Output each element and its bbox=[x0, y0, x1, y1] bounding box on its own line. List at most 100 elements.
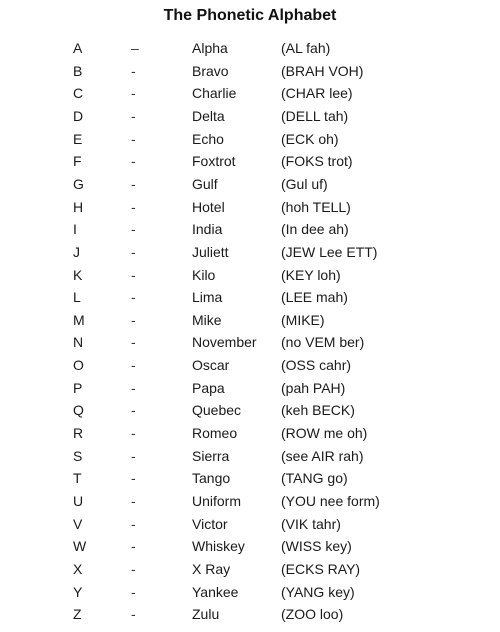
letter-cell: Y bbox=[73, 583, 83, 600]
table-row: C - Charlie (CHAR lee) bbox=[0, 82, 500, 104]
pronunciation-cell: (LEE mah) bbox=[281, 289, 348, 306]
table-row: F - Foxtrot (FOKS trot) bbox=[0, 150, 500, 172]
separator-cell: - bbox=[131, 107, 136, 124]
pronunciation-cell: (YANG key) bbox=[281, 583, 355, 600]
separator-cell: - bbox=[131, 447, 136, 464]
pronunciation-cell: (AL fah) bbox=[281, 40, 331, 56]
letter-cell: W bbox=[73, 538, 87, 555]
separator-cell: - bbox=[131, 402, 136, 419]
separator-cell: - bbox=[131, 606, 136, 623]
letter-cell: J bbox=[73, 243, 80, 260]
table-row: K - Kilo (KEY loh) bbox=[0, 264, 500, 286]
pronunciation-cell: (YOU nee form) bbox=[281, 493, 380, 509]
table-row: J - Juliett (JEW Lee ETT) bbox=[0, 241, 500, 263]
pronunciation-cell: (KEY loh) bbox=[281, 266, 341, 283]
separator-cell: - bbox=[131, 538, 136, 555]
letter-cell: A bbox=[73, 40, 83, 56]
table-row: G - Gulf (Gul uf) bbox=[0, 173, 500, 195]
table-row: I - India (In dee ah) bbox=[0, 218, 500, 240]
table-row: Z - Zulu (ZOO loo) bbox=[0, 603, 500, 625]
table-row: M - Mike (MIKE) bbox=[0, 309, 500, 331]
table-row: W - Whiskey (WISS key) bbox=[0, 535, 500, 557]
pronunciation-cell: (hoh TELL) bbox=[281, 198, 351, 215]
pronunciation-cell: (CHAR lee) bbox=[281, 85, 353, 102]
table-row: Y - Yankee (YANG key) bbox=[0, 581, 500, 603]
code-word-cell: Oscar bbox=[192, 357, 230, 374]
separator-cell: – bbox=[131, 40, 139, 56]
code-word-cell: November bbox=[192, 334, 257, 351]
separator-cell: - bbox=[131, 130, 136, 147]
pronunciation-cell: (FOKS trot) bbox=[281, 153, 353, 170]
separator-cell: - bbox=[131, 357, 136, 374]
separator-cell: - bbox=[131, 493, 136, 509]
code-word-cell: Kilo bbox=[192, 266, 216, 283]
letter-cell: I bbox=[73, 221, 77, 238]
pronunciation-cell: (JEW Lee ETT) bbox=[281, 243, 378, 260]
separator-cell: - bbox=[131, 583, 136, 600]
code-word-cell: Zulu bbox=[192, 606, 220, 623]
letter-cell: F bbox=[73, 153, 82, 170]
code-word-cell: Tango bbox=[192, 470, 231, 487]
code-word-cell: Lima bbox=[192, 289, 223, 306]
code-word-cell: Quebec bbox=[192, 402, 242, 419]
pronunciation-cell: (see AIR rah) bbox=[281, 447, 364, 464]
table-row: D - Delta (DELL tah) bbox=[0, 105, 500, 127]
code-word-cell: Romeo bbox=[192, 425, 238, 442]
letter-cell: E bbox=[73, 130, 83, 147]
letter-cell: K bbox=[73, 266, 83, 283]
letter-cell: B bbox=[73, 62, 83, 79]
pronunciation-cell: (DELL tah) bbox=[281, 107, 349, 124]
letter-cell: N bbox=[73, 334, 84, 351]
letter-cell: M bbox=[73, 311, 85, 328]
table-row: H - Hotel (hoh TELL) bbox=[0, 196, 500, 218]
table-row: L - Lima (LEE mah) bbox=[0, 286, 500, 308]
separator-cell: - bbox=[131, 221, 136, 238]
table-row: N - November (no VEM ber) bbox=[0, 331, 500, 353]
table-row: T - Tango (TANG go) bbox=[0, 467, 500, 489]
letter-cell: U bbox=[73, 493, 84, 509]
pronunciation-cell: (In dee ah) bbox=[281, 221, 349, 238]
letter-cell: Z bbox=[73, 606, 82, 623]
code-word-cell: Sierra bbox=[192, 447, 230, 464]
separator-cell: - bbox=[131, 311, 136, 328]
letter-cell: H bbox=[73, 198, 84, 215]
code-word-cell: Delta bbox=[192, 107, 225, 124]
pronunciation-cell: (Gul uf) bbox=[281, 175, 328, 192]
letter-cell: L bbox=[73, 289, 81, 306]
letter-cell: C bbox=[73, 85, 84, 102]
table-row: U - Uniform (YOU nee form) bbox=[0, 490, 500, 512]
table-row: B - Bravo (BRAH VOH) bbox=[0, 60, 500, 82]
code-word-cell: Victor bbox=[192, 515, 228, 532]
separator-cell: - bbox=[131, 379, 136, 396]
code-word-cell: X Ray bbox=[192, 560, 231, 577]
separator-cell: - bbox=[131, 560, 136, 577]
separator-cell: - bbox=[131, 425, 136, 442]
separator-cell: - bbox=[131, 515, 136, 532]
code-word-cell: Mike bbox=[192, 311, 222, 328]
table-row: Q - Quebec (keh BECK) bbox=[0, 399, 500, 421]
separator-cell: - bbox=[131, 289, 136, 306]
table-row: E - Echo (ECK oh) bbox=[0, 128, 500, 150]
separator-cell: - bbox=[131, 62, 136, 79]
letter-cell: T bbox=[73, 470, 82, 487]
code-word-cell: Echo bbox=[192, 130, 224, 147]
code-word-cell: Uniform bbox=[192, 493, 242, 509]
pronunciation-cell: (ECKS RAY) bbox=[281, 560, 361, 577]
letter-cell: P bbox=[73, 379, 83, 396]
code-word-cell: Charlie bbox=[192, 85, 237, 102]
table-row: A – Alpha (AL fah) bbox=[0, 37, 500, 59]
code-word-cell: Papa bbox=[192, 379, 225, 396]
separator-cell: - bbox=[131, 334, 136, 351]
pronunciation-cell: (VIK tahr) bbox=[281, 515, 341, 532]
letter-cell: O bbox=[73, 357, 84, 374]
separator-cell: - bbox=[131, 85, 136, 102]
letter-cell: G bbox=[73, 175, 84, 192]
letter-cell: R bbox=[73, 425, 84, 442]
separator-cell: - bbox=[131, 243, 136, 260]
code-word-cell: India bbox=[192, 221, 223, 238]
code-word-cell: Alpha bbox=[192, 40, 228, 56]
table-row: X - X Ray (ECKS RAY) bbox=[0, 558, 500, 580]
separator-cell: - bbox=[131, 175, 136, 192]
pronunciation-cell: (keh BECK) bbox=[281, 402, 355, 419]
letter-cell: V bbox=[73, 515, 83, 532]
